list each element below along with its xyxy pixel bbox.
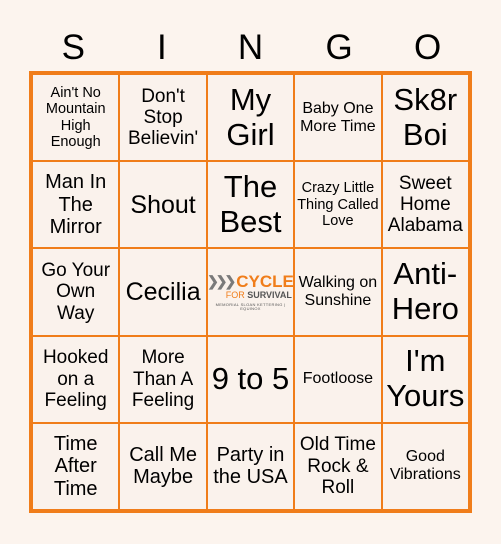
bingo-cell[interactable]: Hooked on a Feeling <box>32 335 120 423</box>
bingo-card: Ain't No Mountain High Enough Don't Stop… <box>29 71 472 513</box>
header-letter: N <box>237 28 264 67</box>
bingo-cell[interactable]: Sweet Home Alabama <box>381 161 469 249</box>
bingo-cell[interactable]: Don't Stop Believin' <box>119 74 207 162</box>
bingo-cell[interactable]: Walking on Sunshine <box>294 248 382 336</box>
free-space-cell[interactable]: ❯❯❯ CYCLE FOR SURVIVAL MEMORIAL SLOAN KE… <box>206 248 295 336</box>
bingo-cell[interactable]: Old Time Rock & Roll <box>294 422 382 510</box>
bingo-header: S I N G O <box>29 28 472 68</box>
bingo-cell[interactable]: Ain't No Mountain High Enough <box>32 74 120 162</box>
bingo-cell[interactable]: More Than A Feeling <box>119 335 207 423</box>
bingo-cell[interactable]: The Best <box>206 161 295 249</box>
bingo-cell[interactable]: 9 to 5 <box>206 335 295 423</box>
header-letter: S <box>61 28 85 67</box>
chevrons-icon: ❯❯❯ <box>207 273 237 290</box>
header-letter: I <box>157 28 167 67</box>
logo-word-cycle: CYCLE <box>236 271 294 291</box>
header-letter: G <box>325 28 353 67</box>
bingo-cell[interactable]: Footloose <box>294 335 382 423</box>
bingo-cell[interactable]: Cecilia <box>119 248 207 336</box>
bingo-cell[interactable]: Party in the USA <box>206 422 295 510</box>
logo-tagline: MEMORIAL SLOAN KETTERING | EQUINOX <box>215 301 286 311</box>
bingo-cell[interactable]: I'm Yours <box>381 335 469 423</box>
bingo-cell[interactable]: Shout <box>119 161 207 249</box>
bingo-cell[interactable]: Good Vibrations <box>381 422 469 510</box>
bingo-cell[interactable]: Anti-Hero <box>381 248 469 336</box>
bingo-cell[interactable]: Man In The Mirror <box>32 161 120 249</box>
bingo-cell[interactable]: Time After Time <box>32 422 120 510</box>
bingo-cell[interactable]: Go Your Own Way <box>32 248 120 336</box>
logo-word-survival: SURVIVAL <box>247 289 292 300</box>
bingo-cell[interactable]: Crazy Little Thing Called Love <box>294 161 382 249</box>
bingo-cell[interactable]: My Girl <box>206 74 295 162</box>
bingo-cell[interactable]: Call Me Maybe <box>119 422 207 510</box>
cycle-for-survival-logo: ❯❯❯ CYCLE FOR SURVIVAL MEMORIAL SLOAN KE… <box>207 271 294 312</box>
bingo-cell[interactable]: Baby One More Time <box>294 74 382 162</box>
logo-word-for: FOR <box>225 289 245 300</box>
header-letter: O <box>414 28 442 67</box>
bingo-cell[interactable]: Sk8r Boi <box>381 74 469 162</box>
